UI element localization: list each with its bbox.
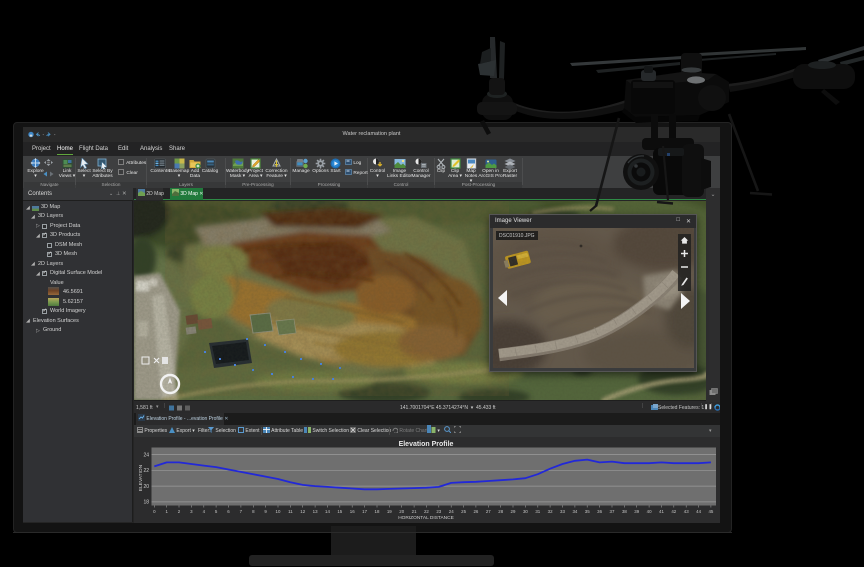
svg-text:4: 4 xyxy=(203,509,206,514)
svg-text:35: 35 xyxy=(585,509,590,514)
svg-text:42: 42 xyxy=(671,509,676,514)
svg-text:HORIZONTAL DISTANCE: HORIZONTAL DISTANCE xyxy=(398,515,454,521)
svg-text:17: 17 xyxy=(362,509,367,514)
svg-text:21: 21 xyxy=(412,509,417,514)
svg-text:28: 28 xyxy=(498,509,503,514)
svg-text:10: 10 xyxy=(276,509,281,514)
svg-text:ELEVATION: ELEVATION xyxy=(138,464,144,491)
svg-text:39: 39 xyxy=(634,509,639,514)
svg-text:41: 41 xyxy=(659,509,664,514)
svg-text:3: 3 xyxy=(190,509,193,514)
svg-text:15: 15 xyxy=(337,509,342,514)
svg-text:43: 43 xyxy=(684,509,689,514)
svg-text:2: 2 xyxy=(178,509,181,514)
svg-text:20: 20 xyxy=(143,484,149,490)
svg-text:13: 13 xyxy=(313,509,318,514)
svg-text:25: 25 xyxy=(461,509,466,514)
svg-text:14: 14 xyxy=(325,509,330,514)
svg-text:32: 32 xyxy=(548,509,553,514)
svg-text:12: 12 xyxy=(300,509,305,514)
svg-text:30: 30 xyxy=(523,509,528,514)
svg-text:38: 38 xyxy=(622,509,627,514)
svg-text:23: 23 xyxy=(436,509,441,514)
svg-text:5: 5 xyxy=(215,509,218,514)
svg-text:19: 19 xyxy=(387,509,392,514)
svg-text:18: 18 xyxy=(375,509,380,514)
svg-text:6: 6 xyxy=(227,509,230,514)
svg-text:22: 22 xyxy=(424,509,429,514)
svg-text:36: 36 xyxy=(597,509,602,514)
svg-text:1: 1 xyxy=(165,509,168,514)
svg-text:9: 9 xyxy=(264,509,267,514)
svg-text:33: 33 xyxy=(560,509,565,514)
svg-text:24: 24 xyxy=(143,452,149,458)
svg-text:24: 24 xyxy=(449,509,454,514)
svg-text:31: 31 xyxy=(535,509,540,514)
svg-text:44: 44 xyxy=(696,509,701,514)
svg-text:0: 0 xyxy=(153,509,156,514)
svg-text:37: 37 xyxy=(610,509,615,514)
svg-text:8: 8 xyxy=(252,509,255,514)
svg-text:20: 20 xyxy=(399,509,404,514)
svg-text:26: 26 xyxy=(473,509,478,514)
svg-text:Elevation Profile: Elevation Profile xyxy=(399,441,454,448)
svg-text:34: 34 xyxy=(572,509,577,514)
svg-text:22: 22 xyxy=(143,468,149,474)
svg-text:18: 18 xyxy=(143,500,149,506)
svg-text:27: 27 xyxy=(486,509,491,514)
svg-text:45: 45 xyxy=(708,509,713,514)
svg-text:11: 11 xyxy=(288,509,293,514)
svg-text:7: 7 xyxy=(240,509,243,514)
svg-text:29: 29 xyxy=(511,509,516,514)
svg-text:40: 40 xyxy=(647,509,652,514)
svg-text:16: 16 xyxy=(350,509,355,514)
